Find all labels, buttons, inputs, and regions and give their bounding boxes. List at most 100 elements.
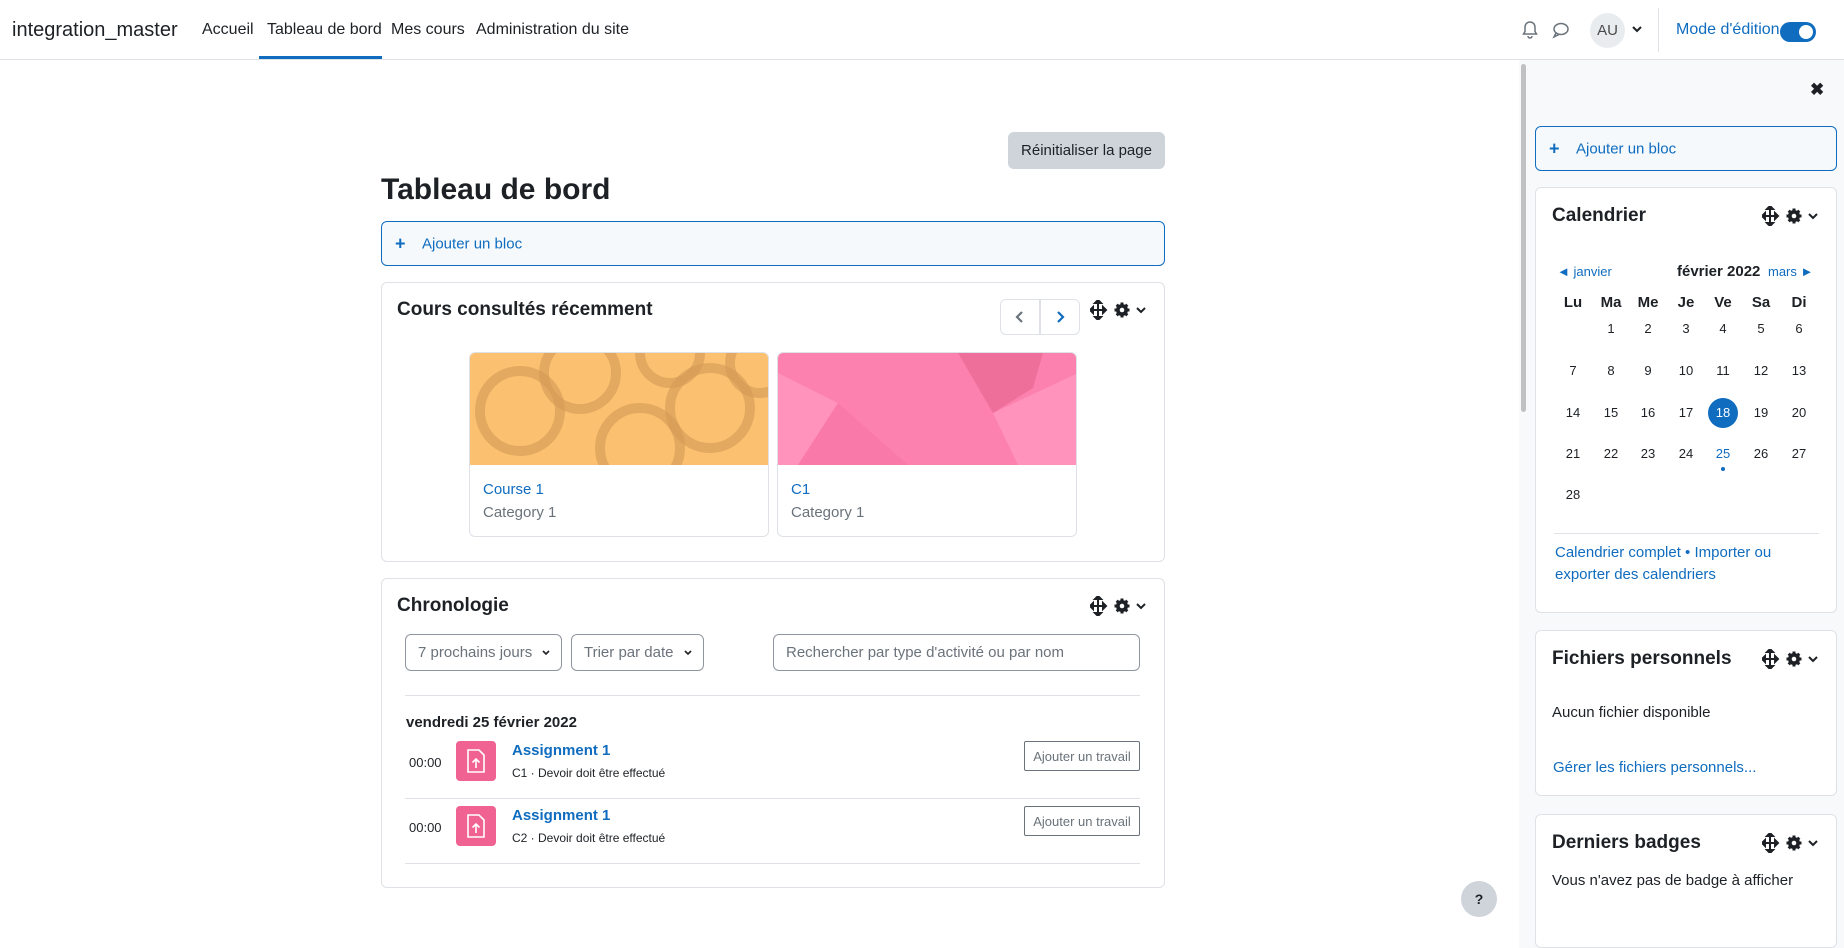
calendar-day[interactable]: 23 bbox=[1633, 439, 1663, 469]
weekday-header: Lu bbox=[1563, 294, 1583, 311]
calendar-day[interactable]: 7 bbox=[1558, 356, 1588, 386]
event-time: 00:00 bbox=[409, 820, 442, 835]
event-subtitle: C2 · Devoir doit être effectué bbox=[512, 831, 666, 845]
divider bbox=[405, 798, 1140, 799]
calendar-day[interactable]: 21 bbox=[1558, 439, 1588, 469]
timeline-sort-select[interactable]: Trier par date bbox=[571, 634, 704, 671]
active-tab-indicator bbox=[259, 56, 382, 59]
block-controls bbox=[1088, 594, 1150, 618]
calendar-prev-month-link[interactable]: ◄ janvier bbox=[1557, 264, 1612, 279]
weekday-header: Sa bbox=[1751, 294, 1771, 311]
event-title-link[interactable]: Assignment 1 bbox=[512, 807, 610, 824]
calendar-day[interactable]: 19 bbox=[1746, 398, 1776, 428]
day-filter-label: 7 prochains jours bbox=[418, 644, 533, 661]
timeline-search-input[interactable]: Rechercher par type d'activité ou par no… bbox=[773, 634, 1140, 671]
course-name-link[interactable]: C1 bbox=[791, 481, 810, 498]
calendar-day[interactable]: 8 bbox=[1596, 356, 1626, 386]
timeline-day-filter[interactable]: 7 prochains jours bbox=[405, 634, 562, 671]
calendar-next-month-link[interactable]: mars ► bbox=[1768, 264, 1813, 279]
bell-icon[interactable] bbox=[1520, 20, 1540, 40]
course-category: Category 1 bbox=[483, 504, 557, 521]
prev-courses-button[interactable] bbox=[1000, 299, 1040, 335]
chevron-down-icon bbox=[1808, 840, 1818, 847]
page-title: Tableau de bord bbox=[381, 173, 611, 206]
nav-my-courses[interactable]: Mes cours bbox=[391, 21, 465, 39]
chevron-left-icon bbox=[1015, 311, 1023, 323]
divider bbox=[405, 863, 1140, 864]
edit-mode-label: Mode d'édition bbox=[1676, 21, 1780, 38]
scrollbar-thumb[interactable] bbox=[1521, 64, 1526, 412]
add-submission-button[interactable]: Ajouter un travail bbox=[1024, 741, 1140, 771]
add-block-label: Ajouter un bloc bbox=[1576, 140, 1677, 157]
close-drawer-icon[interactable]: ✖ bbox=[1810, 80, 1824, 100]
calendar-day[interactable]: 26 bbox=[1746, 439, 1776, 469]
no-files-text: Aucun fichier disponible bbox=[1552, 704, 1711, 721]
calendar-day[interactable]: 12 bbox=[1746, 356, 1776, 386]
reset-page-button[interactable]: Réinitialiser la page bbox=[1008, 132, 1165, 169]
calendar-day[interactable]: 22 bbox=[1596, 439, 1626, 469]
course-card[interactable]: C1 Category 1 bbox=[777, 352, 1077, 537]
calendar-current-month: février 2022 bbox=[1677, 263, 1761, 280]
navbar-divider bbox=[1658, 8, 1659, 52]
move-icon bbox=[1760, 204, 1780, 228]
calendar-day[interactable]: 27 bbox=[1784, 439, 1814, 469]
course-image[interactable] bbox=[778, 353, 1076, 465]
calendar-day[interactable]: 28 bbox=[1558, 480, 1588, 510]
gear-icon bbox=[1786, 651, 1802, 667]
weekday-header: Ve bbox=[1714, 294, 1732, 311]
edit-mode-toggle[interactable] bbox=[1780, 22, 1816, 42]
chevron-down-icon bbox=[1136, 603, 1146, 610]
chevron-down-icon[interactable] bbox=[1630, 22, 1650, 42]
plus-icon: + bbox=[1549, 138, 1560, 158]
calendar-day[interactable]: 13 bbox=[1784, 356, 1814, 386]
event-title-link[interactable]: Assignment 1 bbox=[512, 742, 610, 759]
calendar-day[interactable]: 20 bbox=[1784, 398, 1814, 428]
calendar-day[interactable]: 5 bbox=[1746, 314, 1776, 344]
chat-bubble-icon[interactable] bbox=[1551, 20, 1571, 40]
calendar-day[interactable]: 16 bbox=[1633, 398, 1663, 428]
course-name-link[interactable]: Course 1 bbox=[483, 481, 544, 498]
calendar-day[interactable]: 24 bbox=[1671, 439, 1701, 469]
help-button[interactable]: ? bbox=[1461, 881, 1497, 917]
full-calendar-link[interactable]: Calendrier complet • Importer ou exporte… bbox=[1555, 542, 1805, 586]
divider bbox=[1554, 533, 1819, 534]
drawer-add-block-button[interactable]: + Ajouter un bloc bbox=[1535, 126, 1837, 171]
gear-icon bbox=[1114, 598, 1130, 614]
top-navbar: integration_master Accueil Tableau de bo… bbox=[0, 0, 1844, 60]
calendar-day[interactable]: 4 bbox=[1708, 314, 1738, 344]
gear-icon bbox=[1786, 835, 1802, 851]
calendar-day[interactable]: 17 bbox=[1671, 398, 1701, 428]
site-brand[interactable]: integration_master bbox=[12, 19, 178, 42]
nav-dashboard[interactable]: Tableau de bord bbox=[267, 21, 382, 39]
calendar-day[interactable]: 18 bbox=[1708, 398, 1738, 428]
weekday-header: Ma bbox=[1600, 294, 1622, 311]
chevron-right-icon bbox=[1057, 311, 1065, 323]
chevron-down-icon bbox=[1808, 656, 1818, 663]
calendar-day[interactable]: 6 bbox=[1784, 314, 1814, 344]
nav-home[interactable]: Accueil bbox=[202, 21, 254, 39]
calendar-day[interactable]: 15 bbox=[1596, 398, 1626, 428]
timeline-date-heading: vendredi 25 février 2022 bbox=[406, 714, 577, 731]
next-courses-button[interactable] bbox=[1040, 299, 1080, 335]
chevron-down-icon bbox=[1808, 213, 1818, 220]
calendar-day[interactable]: 2 bbox=[1633, 314, 1663, 344]
calendar-day[interactable]: 11 bbox=[1708, 356, 1738, 386]
add-submission-button[interactable]: Ajouter un travail bbox=[1024, 806, 1140, 836]
user-avatar[interactable]: AU bbox=[1590, 13, 1625, 48]
manage-files-link[interactable]: Gérer les fichiers personnels... bbox=[1553, 757, 1756, 779]
move-icon bbox=[1760, 831, 1780, 855]
nav-site-admin[interactable]: Administration du site bbox=[476, 21, 629, 39]
add-block-button[interactable]: + Ajouter un bloc bbox=[381, 221, 1165, 266]
calendar-day[interactable]: 3 bbox=[1671, 314, 1701, 344]
calendar-title: Calendrier bbox=[1552, 205, 1646, 226]
calendar-day[interactable]: 1 bbox=[1596, 314, 1626, 344]
calendar-day[interactable]: 14 bbox=[1558, 398, 1588, 428]
latest-badges-title: Derniers badges bbox=[1552, 832, 1701, 853]
divider bbox=[405, 695, 1140, 696]
calendar-day[interactable]: 10 bbox=[1671, 356, 1701, 386]
course-image[interactable] bbox=[470, 353, 768, 493]
timeline-block bbox=[381, 578, 1165, 888]
calendar-day[interactable]: 25 bbox=[1708, 439, 1738, 471]
course-card[interactable]: Course 1 Category 1 bbox=[469, 352, 769, 537]
calendar-day[interactable]: 9 bbox=[1633, 356, 1663, 386]
